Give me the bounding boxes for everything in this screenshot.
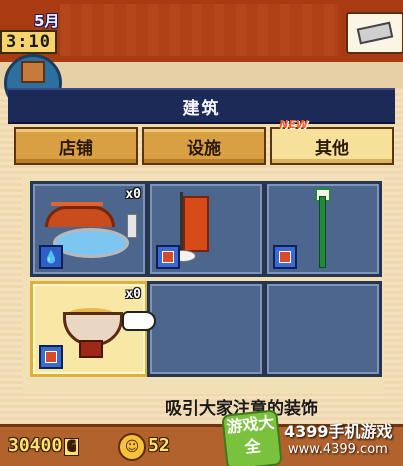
money-display: 30400 G (8, 435, 79, 456)
top-hud: 5月 3:10 (0, 0, 403, 65)
pond-shape (53, 228, 129, 258)
item-grid: x0 💧 x0 (22, 176, 384, 394)
item-cell-bridge[interactable]: x0 💧 (30, 181, 148, 277)
shop-icon (156, 245, 180, 269)
bridge-rail (51, 202, 103, 206)
month-label: 5月 (34, 12, 60, 30)
tab-other-label: 其他 (315, 138, 349, 159)
item-count: x0 (125, 287, 141, 302)
menu-title: 建筑 (182, 99, 221, 119)
pointer-hand-icon (122, 311, 156, 331)
tab-shop-label: 店铺 (59, 138, 93, 159)
hud-wood-panel (60, 4, 338, 56)
money-unit: G (64, 438, 79, 456)
item-cell-lamp[interactable] (264, 181, 382, 277)
banner-flag-icon (183, 196, 209, 252)
new-badge: NEW (279, 118, 308, 131)
category-tabs: 店铺 设施 其他 NEW (14, 118, 394, 165)
watermark-logo: 游戏大全 (221, 409, 283, 466)
game-screen: 5月 3:10 相性 建筑 店铺 设施 其他 NEW x0 (0, 0, 403, 466)
item-cell-empty[interactable] (147, 281, 265, 377)
tab-shop[interactable]: 店铺 (14, 127, 138, 165)
stone-lantern-icon (127, 214, 137, 238)
menu-title-bar: 建筑 (8, 88, 395, 124)
water-icon: 💧 (39, 245, 63, 269)
clock-time: 3:10 (0, 30, 57, 54)
tab-facility[interactable]: 设施 (142, 127, 266, 165)
bridge-icon (45, 206, 115, 227)
shop-icon (273, 245, 297, 269)
popularity-points: 52 (148, 435, 170, 456)
watermark-url: www.4399.com (288, 442, 388, 457)
item-cell-empty[interactable] (264, 281, 382, 377)
money-value: 30400 (8, 435, 63, 456)
item-count: x0 (125, 187, 141, 202)
tab-facility-label: 设施 (187, 138, 221, 159)
tab-other[interactable]: 其他 (270, 127, 394, 165)
shop-icon (39, 345, 63, 369)
street-lamp-icon (319, 196, 326, 268)
trunk-icon (356, 21, 394, 45)
popularity-icon: ☺ (118, 433, 146, 461)
crate-icon (21, 61, 45, 83)
date-display: 5月 3:10 (0, 8, 70, 54)
watermark-brand: 4399手机游戏 (284, 422, 393, 441)
bowl-stand (79, 340, 103, 358)
watermark: 游戏大全 4399手机游戏 www.4399.com (221, 409, 403, 466)
item-cell-flag[interactable] (147, 181, 265, 277)
item-box-button[interactable] (346, 12, 403, 54)
